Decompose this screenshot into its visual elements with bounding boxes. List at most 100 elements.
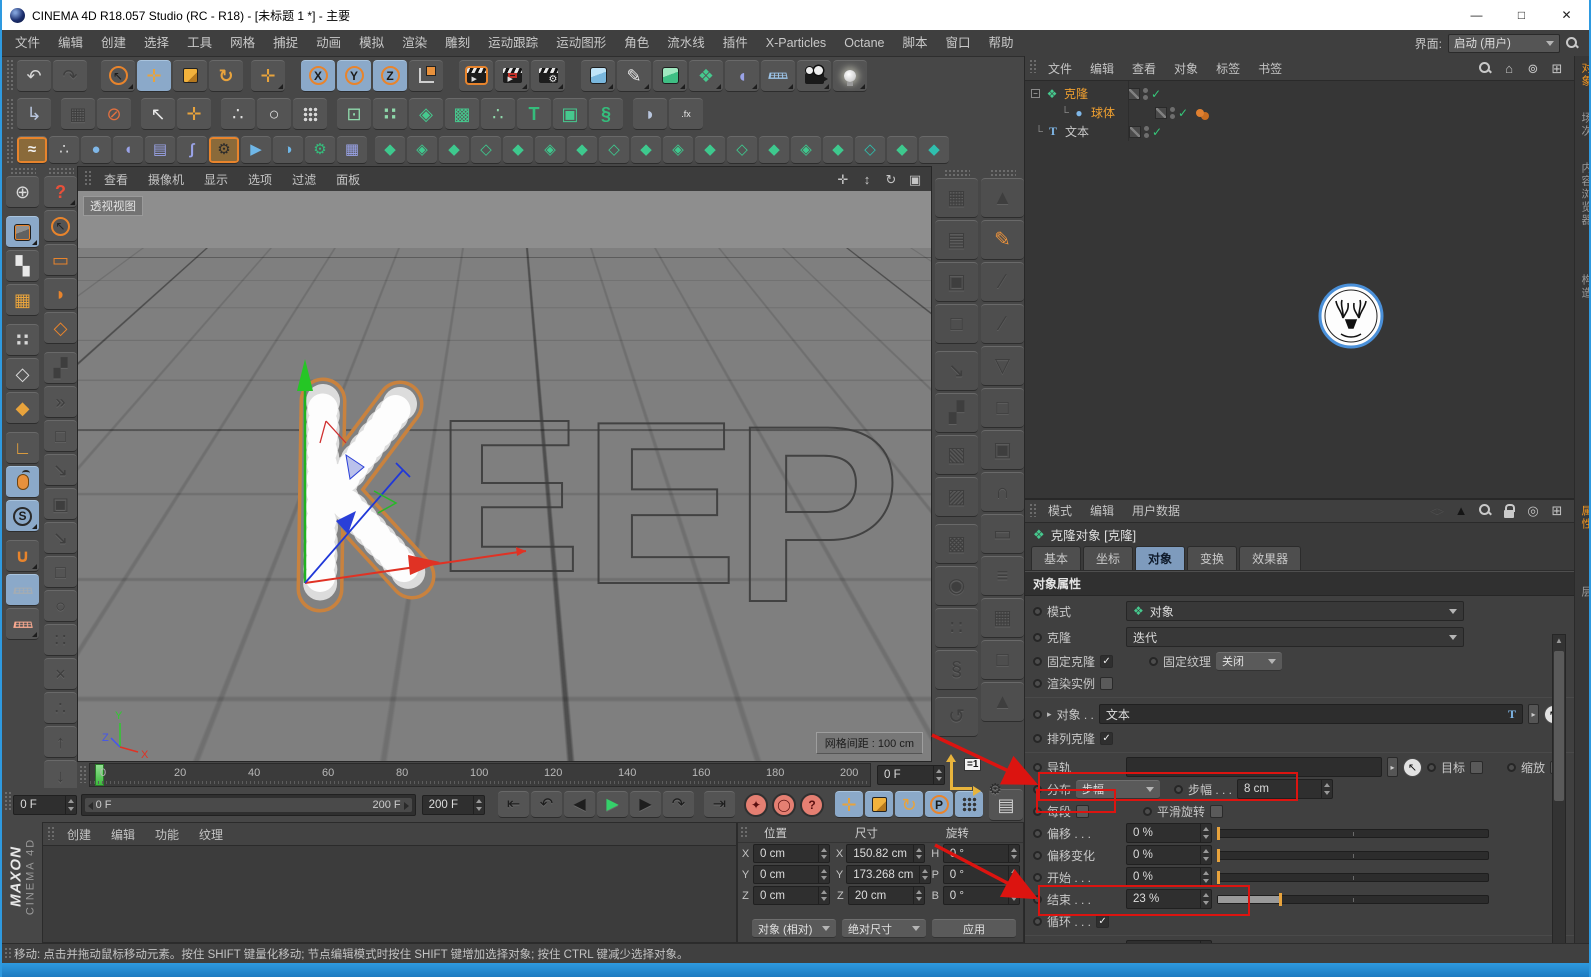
pick-object-button[interactable]: ↖ [1402, 757, 1422, 777]
spinner-arrows-icon[interactable] [1200, 868, 1211, 886]
goto-end-button[interactable]: ⇥ [704, 791, 735, 818]
drag-handle[interactable] [1029, 59, 1037, 73]
phong-tag-icon[interactable] [1196, 108, 1205, 117]
apply-button[interactable]: 应用 [932, 919, 1016, 938]
workplane-button[interactable] [6, 608, 39, 640]
spinner-arrows-icon[interactable] [817, 845, 829, 862]
spinner-arrows-icon[interactable] [1321, 780, 1332, 798]
align-clone-checkbox[interactable] [1100, 731, 1114, 745]
spinner-arrows-icon[interactable] [817, 887, 829, 904]
expand-arrow-icon[interactable]: ▸ [1047, 709, 1052, 719]
deformer-shear-button[interactable]: ◈ [663, 135, 693, 164]
deformer-spherify-button[interactable]: ◆ [695, 135, 725, 164]
object-key-radio[interactable] [1033, 709, 1042, 719]
enabled-check-icon[interactable]: ✓ [1152, 125, 1162, 139]
deformer-falloff-button[interactable]: ◆ [503, 135, 533, 164]
cylinder-button[interactable]: □ [981, 388, 1024, 428]
deformer-bulge-button[interactable]: ◈ [407, 135, 437, 164]
convert-selection-button[interactable]: ⊕ [6, 176, 39, 208]
menu-item-14[interactable]: 流水线 [658, 30, 714, 56]
add-primitive-button[interactable] [581, 59, 615, 92]
interface-dropdown[interactable]: 启动 (用户) [1448, 33, 1560, 53]
spinner-arrows-icon[interactable] [473, 795, 484, 814]
render-instance-key-radio[interactable] [1033, 678, 1042, 688]
drag-handle[interactable] [6, 136, 14, 163]
rot-record-button[interactable]: ↻ [895, 791, 923, 818]
next-key-button[interactable]: ↷ [663, 791, 694, 818]
deformer-button[interactable]: ◖ [725, 59, 759, 92]
om-newpanel-button[interactable]: ⊞ [1547, 59, 1567, 78]
cube-group-button[interactable]: ▦ [935, 178, 978, 218]
plane-arrow-c-button[interactable]: ▧ [935, 435, 978, 475]
deformer-twist-button[interactable]: ◆ [759, 135, 789, 164]
viewport-menu-3[interactable]: 选项 [238, 171, 282, 188]
drag-handle[interactable] [47, 826, 55, 840]
om-menu-4[interactable]: 标签 [1207, 60, 1249, 77]
om-menu-2[interactable]: 查看 [1123, 60, 1165, 77]
linear-clone-button[interactable]: ∴ [221, 98, 255, 130]
cross-button[interactable]: × [44, 658, 77, 690]
layer-stack-button[interactable]: ▤ [145, 135, 175, 164]
spinner-arrows-icon[interactable] [1200, 824, 1211, 842]
start-slider[interactable] [1217, 870, 1489, 884]
align-clone-key-radio[interactable] [1033, 733, 1042, 743]
knife-line-button[interactable]: ▲ [981, 178, 1024, 218]
distribution-step-field[interactable]: 8 cm [1237, 779, 1334, 799]
center-button[interactable]: ▣ [44, 488, 77, 520]
coord-system-button[interactable] [409, 59, 443, 92]
cloth-button[interactable]: ◗ [633, 98, 667, 130]
menu-item-4[interactable]: 工具 [178, 30, 221, 56]
key-help-button[interactable]: ? [800, 792, 824, 817]
arch-button[interactable]: ∩ [981, 472, 1024, 512]
deformer-formula-button[interactable]: ◈ [535, 135, 565, 164]
om-menu-1[interactable]: 编辑 [1081, 60, 1123, 77]
gear-orange-button[interactable]: ⚙ [209, 135, 239, 164]
spline-points-cursor-button[interactable]: ↖ [141, 98, 175, 130]
offset-variation-key-radio[interactable] [1033, 850, 1042, 860]
pos-record-button[interactable]: ✛ [835, 791, 863, 818]
viewport-menu-5[interactable]: 面板 [326, 171, 370, 188]
prev-frame-button[interactable]: ◀ [564, 791, 595, 818]
scrollbar-thumb[interactable] [1554, 651, 1564, 801]
fracture-object-button[interactable]: ◈ [409, 98, 443, 130]
side-tab-构造[interactable]: 构造 [1578, 274, 1589, 300]
y-axis-lock-button[interactable]: Y [337, 59, 371, 92]
deformer-taper-button[interactable]: ◇ [727, 135, 757, 164]
start-field[interactable]: 0 % [1126, 867, 1212, 887]
smooth-rotation-key-radio[interactable] [1143, 806, 1153, 816]
camera-button[interactable] [797, 59, 831, 92]
z-axis-lock-button[interactable]: Z [373, 59, 407, 92]
mograph-button[interactable]: ❖ [689, 59, 723, 92]
shader-ball-button[interactable]: ◖ [113, 135, 143, 164]
rail-scale-key-radio[interactable] [1506, 762, 1516, 772]
render-view-button[interactable] [459, 59, 493, 92]
layer-box-icon[interactable] [1129, 125, 1141, 138]
am-history-button[interactable]: ◁▷ [1427, 501, 1447, 520]
coord-尺寸-Z-field[interactable]: 20 cm [847, 886, 925, 905]
menu-item-3[interactable]: 选择 [135, 30, 178, 56]
expand-toggle-icon[interactable]: − [1031, 89, 1040, 98]
om-menu-5[interactable]: 书签 [1249, 60, 1291, 77]
end-key-radio[interactable] [1033, 894, 1042, 904]
offset-slider[interactable] [1217, 826, 1489, 840]
mospline-button[interactable]: § [589, 98, 623, 130]
om-home-button[interactable]: ⌂ [1499, 59, 1519, 78]
material-menu-0[interactable]: 创建 [57, 826, 101, 843]
knife-button[interactable]: ∕ [981, 262, 1024, 302]
layer-box-icon[interactable] [1155, 106, 1167, 119]
coord-mode-dropdown-1[interactable]: 绝对尺寸 [842, 919, 926, 938]
am-lock-button[interactable] [1499, 501, 1519, 520]
spline-pen-button[interactable]: ✎ [981, 220, 1024, 260]
menu-item-16[interactable]: X-Particles [757, 30, 835, 56]
gear-green-button[interactable]: ⚙ [305, 135, 335, 164]
maximize-button[interactable]: □ [1499, 0, 1544, 30]
cube-wire-button[interactable]: □ [44, 556, 77, 588]
deformer-explosionfx-button[interactable]: ◇ [471, 135, 501, 164]
frame-range-slider[interactable]: 0 F 200 F [80, 793, 416, 816]
per-segment-key-radio[interactable] [1033, 806, 1042, 816]
lasso-select-button[interactable]: ◗ [44, 278, 77, 310]
render-instance-checkbox[interactable] [1100, 676, 1114, 690]
coord-旋转-B-field[interactable]: 0 ° [942, 886, 1020, 905]
cube-dots-button[interactable]: ▣ [935, 262, 978, 302]
timeline-ruler[interactable]: 0 20 40 60 80 100 120 140 160 180 200 [89, 763, 871, 787]
